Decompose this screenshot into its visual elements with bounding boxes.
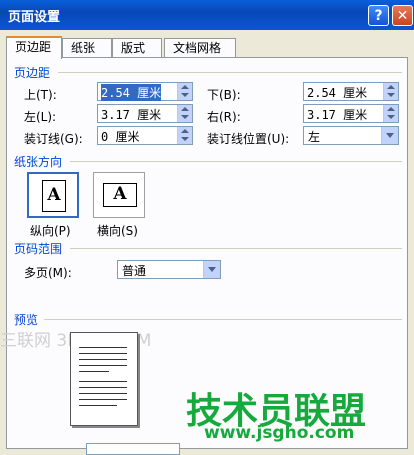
portrait-page-icon: A bbox=[42, 180, 66, 212]
multiple-pages-label: 多页(M): bbox=[24, 266, 72, 280]
orientation-section-title: 纸张方向 bbox=[14, 155, 63, 169]
preview-page bbox=[70, 332, 138, 426]
top-margin-label: 上(T): bbox=[24, 88, 57, 102]
spinner-arrows-icon[interactable] bbox=[383, 105, 398, 122]
landscape-page-icon: A bbox=[103, 183, 137, 207]
question-icon: ? bbox=[374, 8, 383, 24]
pages-divider bbox=[70, 248, 402, 249]
pages-section-title: 页码范围 bbox=[14, 242, 63, 256]
top-margin-value[interactable]: 2.54 厘米 bbox=[101, 84, 162, 101]
margins-divider bbox=[58, 72, 402, 73]
margins-section-title: 页边距 bbox=[14, 66, 51, 80]
help-button[interactable]: ? bbox=[368, 5, 389, 26]
tab-margins[interactable]: 页边距 bbox=[6, 36, 62, 59]
preview-line bbox=[79, 353, 127, 354]
close-icon: ✕ bbox=[396, 8, 409, 24]
preview-divider bbox=[44, 319, 402, 320]
portrait-option[interactable]: A bbox=[27, 172, 79, 218]
gutter-position-label: 装订线位置(U): bbox=[207, 132, 290, 146]
top-margin-spinner[interactable]: 2.54 厘米 bbox=[97, 82, 193, 101]
right-margin-spinner[interactable]: 3.17 厘米 bbox=[303, 104, 399, 123]
preview-line bbox=[79, 405, 117, 406]
spinner-arrows-icon[interactable] bbox=[177, 83, 192, 100]
tab-paper[interactable]: 纸张 bbox=[62, 38, 112, 58]
gutter-value[interactable]: 0 厘米 bbox=[101, 128, 139, 145]
preview-line bbox=[79, 381, 127, 382]
bottom-margin-label: 下(B): bbox=[207, 88, 241, 102]
left-margin-spinner[interactable]: 3.17 厘米 bbox=[97, 104, 193, 123]
spinner-arrows-icon[interactable] bbox=[383, 83, 398, 100]
right-margin-label: 右(R): bbox=[207, 110, 241, 124]
orientation-divider bbox=[70, 161, 402, 162]
bottom-margin-spinner[interactable]: 2.54 厘米 bbox=[303, 82, 399, 101]
dialog-title: 页面设置 bbox=[8, 10, 61, 25]
chevron-down-icon[interactable] bbox=[381, 127, 398, 144]
multiple-pages-dropdown[interactable]: 普通 bbox=[117, 260, 221, 279]
preview-line bbox=[79, 399, 127, 400]
left-margin-value[interactable]: 3.17 厘米 bbox=[101, 106, 161, 123]
right-margin-value[interactable]: 3.17 厘米 bbox=[307, 106, 367, 123]
spinner-arrows-icon[interactable] bbox=[177, 127, 192, 144]
preview-line bbox=[79, 393, 127, 394]
gutter-label: 装订线(G): bbox=[24, 132, 83, 146]
portrait-label: 纵向(P) bbox=[30, 224, 71, 238]
url-watermark: www.jsgho.com bbox=[204, 423, 355, 443]
bottom-margin-value[interactable]: 2.54 厘米 bbox=[307, 84, 367, 101]
title-bar: 页面设置 ? ✕ bbox=[0, 0, 414, 30]
preview-line bbox=[79, 359, 127, 360]
landscape-option[interactable]: A bbox=[93, 172, 145, 218]
spinner-arrows-icon[interactable] bbox=[177, 105, 192, 122]
gutter-position-value: 左 bbox=[308, 130, 321, 144]
preview-line bbox=[79, 347, 127, 348]
landscape-label: 横向(S) bbox=[97, 224, 138, 238]
tab-layout[interactable]: 版式 bbox=[112, 38, 162, 58]
tab-document-grid[interactable]: 文档网格 bbox=[164, 38, 236, 58]
preview-line bbox=[79, 371, 109, 372]
multiple-pages-value: 普通 bbox=[122, 264, 147, 278]
preview-line bbox=[79, 387, 127, 388]
preview-line bbox=[79, 365, 127, 366]
close-button[interactable]: ✕ bbox=[392, 5, 413, 26]
gutter-position-dropdown[interactable]: 左 bbox=[303, 126, 399, 145]
left-margin-label: 左(L): bbox=[24, 110, 57, 124]
gutter-spinner[interactable]: 0 厘米 bbox=[97, 126, 193, 145]
apply-to-dropdown[interactable] bbox=[86, 443, 180, 455]
chevron-down-icon[interactable] bbox=[203, 261, 220, 278]
